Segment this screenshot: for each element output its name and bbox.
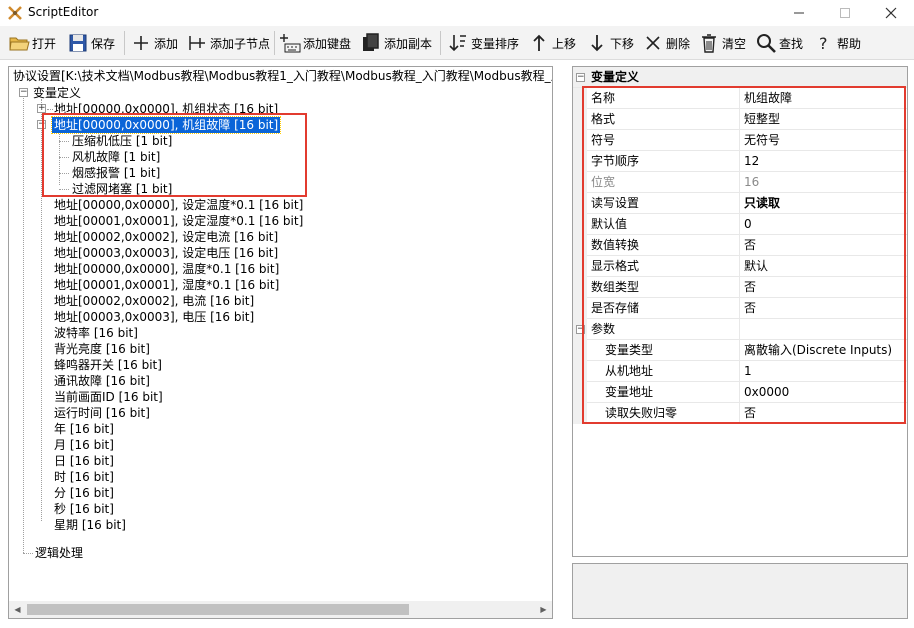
clear-label: 清空 <box>722 36 747 51</box>
category-label: 变量定义 <box>591 70 640 84</box>
open-button[interactable]: 打开 <box>8 29 56 57</box>
move-down-button[interactable]: 下移 <box>586 29 634 57</box>
find-button[interactable]: 查找 <box>755 29 803 57</box>
tree-node[interactable]: 星期 [16 bit] <box>54 517 126 533</box>
minimize-button[interactable] <box>776 0 822 26</box>
sort-button[interactable]: 变量排序 <box>447 29 519 57</box>
folder-open-icon <box>9 37 30 51</box>
add-copy-button[interactable]: 添加副本 <box>360 29 432 57</box>
find-label: 查找 <box>779 36 804 51</box>
add-label: 添加 <box>154 36 179 51</box>
search-icon <box>757 34 776 53</box>
help-button[interactable]: ? 帮助 <box>813 29 861 57</box>
copy-icon <box>363 33 379 51</box>
tree-node[interactable]: 时 [16 bit] <box>54 469 114 485</box>
arrow-down-icon <box>591 35 603 52</box>
open-label: 打开 <box>32 36 57 51</box>
scrollbar-thumb[interactable] <box>27 604 409 615</box>
tree-node[interactable]: 蜂鸣器开关 [16 bit] <box>54 357 162 373</box>
toolbar-separator <box>274 31 275 55</box>
variable-tree[interactable]: − 变量定义 + 地址[00000,0x0000], 机组状态 [16 bit]… <box>9 85 552 601</box>
tree-node[interactable]: 地址[00000,0x0000], 温度*0.1 [16 bit] <box>54 261 279 277</box>
project-path: 协议设置[K:\技术文档\Modbus教程\Modbus教程1_入门教程\Mod… <box>13 69 552 83</box>
tree-node[interactable]: 地址[00002,0x0002], 设定电流 [16 bit] <box>54 229 278 245</box>
sort-icon <box>449 35 466 52</box>
scroll-left-icon[interactable]: ◀ <box>9 601 26 618</box>
scroll-right-icon[interactable]: ▶ <box>535 601 552 618</box>
save-button[interactable]: 保存 <box>67 29 115 57</box>
window-title: ScriptEditor <box>28 5 99 19</box>
tree-node[interactable]: 地址[00000,0x0000], 设定温度*0.1 [16 bit] <box>54 197 303 213</box>
move-up-label: 上移 <box>552 36 577 51</box>
property-category[interactable]: − 变量定义 <box>573 67 907 88</box>
save-icon <box>69 34 87 52</box>
help-label: 帮助 <box>837 36 862 51</box>
app-icon <box>8 6 22 20</box>
property-highlight-box <box>582 86 906 424</box>
keyboard-icon <box>280 34 301 53</box>
help-icon: ? <box>819 34 828 53</box>
svg-text:?: ? <box>819 34 828 53</box>
tree-line <box>23 553 33 554</box>
tree-panel: 协议设置[K:\技术文档\Modbus教程\Modbus教程1_入门教程\Mod… <box>8 66 553 619</box>
tree-node[interactable]: 秒 [16 bit] <box>54 501 114 517</box>
tree-node[interactable]: 波特率 [16 bit] <box>54 325 138 341</box>
tree-node[interactable]: 日 [16 bit] <box>54 453 114 469</box>
tree-node[interactable]: 地址[00001,0x0001], 湿度*0.1 [16 bit] <box>54 277 279 293</box>
trash-icon <box>702 34 716 53</box>
node-expander[interactable]: + <box>37 104 46 113</box>
tree-node[interactable]: 地址[00001,0x0001], 设定湿度*0.1 [16 bit] <box>54 213 303 229</box>
title-bar: ScriptEditor <box>0 0 914 26</box>
tree-node[interactable]: 月 [16 bit] <box>54 437 114 453</box>
add-keyboard-label: 添加键盘 <box>303 36 352 51</box>
tree-node[interactable]: 分 [16 bit] <box>54 485 114 501</box>
tree-node[interactable]: 背光亮度 [16 bit] <box>54 341 150 357</box>
tree-node[interactable]: 地址[00003,0x0003], 电压 [16 bit] <box>54 309 254 325</box>
add-child-icon <box>189 36 205 50</box>
highlight-box <box>42 113 307 197</box>
tree-root-logic[interactable]: 逻辑处理 <box>35 545 83 561</box>
horizontal-scrollbar[interactable]: ◀ ▶ <box>9 601 552 618</box>
close-button[interactable] <box>868 0 914 26</box>
property-grid: − 变量定义 名称 机组故障 格式 短整型 符号 无符号 字节顺序 12 位宽 16 读写… <box>572 66 908 557</box>
minimize-icon <box>794 12 804 14</box>
tree-node[interactable]: 年 [16 bit] <box>54 421 114 437</box>
save-label: 保存 <box>91 36 116 51</box>
delete-button[interactable]: 删除 <box>642 29 690 57</box>
toolbar-separator <box>124 31 125 55</box>
tree-node[interactable]: 地址[00003,0x0003], 设定电压 [16 bit] <box>54 245 278 261</box>
tree-line <box>23 93 24 553</box>
tree-node[interactable]: 地址[00002,0x0002], 电流 [16 bit] <box>54 293 254 309</box>
category-expander[interactable]: − <box>576 73 585 82</box>
tree-root-variables[interactable]: 变量定义 <box>33 85 81 101</box>
add-keyboard-button[interactable]: 添加键盘 <box>279 29 351 57</box>
arrow-up-icon <box>533 34 545 51</box>
tree-node[interactable]: 运行时间 [16 bit] <box>54 405 150 421</box>
close-icon <box>885 7 897 19</box>
delete-label: 删除 <box>666 36 691 51</box>
plus-icon <box>134 36 148 50</box>
toolbar-separator <box>440 31 441 55</box>
clear-button[interactable]: 清空 <box>698 29 746 57</box>
move-down-label: 下移 <box>610 36 635 51</box>
root-expander[interactable]: − <box>19 88 28 97</box>
tree-node[interactable]: 当前画面ID [16 bit] <box>54 389 163 405</box>
property-description-pane <box>572 563 908 619</box>
tree-node[interactable]: 通讯故障 [16 bit] <box>54 373 150 389</box>
add-child-label: 添加子节点 <box>210 36 271 51</box>
sort-label: 变量排序 <box>471 36 520 51</box>
maximize-icon <box>840 8 850 18</box>
add-child-button[interactable]: 添加子节点 <box>186 29 270 57</box>
maximize-button[interactable] <box>822 0 868 26</box>
add-button[interactable]: 添加 <box>130 29 178 57</box>
toolbar: 打开 保存 添加 添加子节点 添加键盘 添加副本 变量排序 上移 下移 删除 清… <box>0 26 914 60</box>
add-copy-label: 添加副本 <box>384 36 433 51</box>
tree-line <box>47 109 53 110</box>
move-up-button[interactable]: 上移 <box>528 29 576 57</box>
delete-x-icon <box>646 36 660 50</box>
